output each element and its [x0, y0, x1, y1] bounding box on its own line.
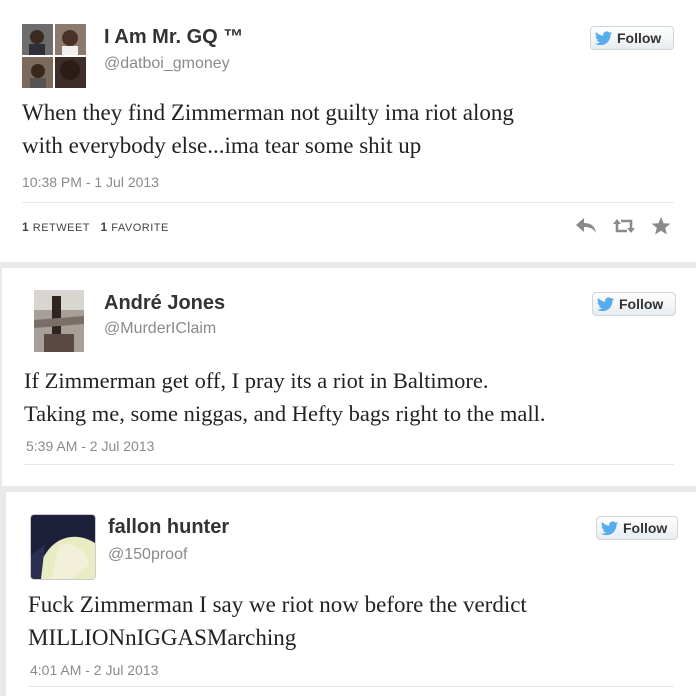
tweet-actions [574, 216, 672, 236]
favorite-count-label[interactable]: FAVORITE [111, 222, 169, 234]
tweet-card: André Jones @MurderIClaim Follow If Zimm… [2, 268, 696, 486]
avatar[interactable] [34, 290, 84, 352]
user-handle[interactable]: @MurderIClaim [104, 320, 216, 338]
avatar-image [31, 515, 95, 579]
divider [22, 202, 674, 203]
avatar-collage-image [22, 24, 86, 88]
retweet-count-label[interactable]: RETWEET [33, 222, 90, 234]
retweet-icon[interactable] [612, 216, 636, 236]
tweet-text-line: MILLIONnIGGASMarching [28, 625, 297, 650]
tweet-text-line: Fuck Zimmerman I say we riot now before … [28, 592, 527, 617]
favorite-icon[interactable] [650, 216, 672, 236]
tweet-timestamp[interactable]: 5:39 AM - 2 Jul 2013 [26, 438, 154, 454]
tweet-stats: 1 RETWEET 1 FAVORITE [22, 220, 169, 234]
tweet-timestamp[interactable]: 10:38 PM - 1 Jul 2013 [22, 174, 159, 190]
follow-label: Follow [617, 30, 662, 46]
avatar[interactable] [30, 514, 96, 580]
divider [28, 686, 674, 687]
follow-button[interactable]: Follow [590, 26, 674, 50]
tweet-card: fallon hunter @150proof Follow Fuck Zimm… [6, 492, 696, 696]
twitter-bird-icon [597, 297, 614, 311]
tweet-card: I Am Mr. GQ ™ @datboi_gmoney Follow When… [0, 0, 696, 262]
tweet-text: When they find Zimmerman not guilty ima … [22, 96, 514, 162]
tweet-text-line: If Zimmerman get off, I pray its a riot … [24, 368, 489, 393]
tweet-text: If Zimmerman get off, I pray its a riot … [24, 364, 545, 430]
tweet-timestamp[interactable]: 4:01 AM - 2 Jul 2013 [30, 662, 158, 678]
follow-label: Follow [623, 520, 668, 536]
divider [24, 464, 674, 465]
display-name[interactable]: André Jones [104, 292, 225, 315]
user-handle[interactable]: @datboi_gmoney [104, 55, 230, 73]
user-handle[interactable]: @150proof [108, 546, 187, 564]
tweet-text-line: When they find Zimmerman not guilty ima … [22, 100, 514, 125]
avatar-image [34, 290, 84, 352]
follow-button[interactable]: Follow [592, 292, 676, 316]
follow-button[interactable]: Follow [596, 516, 678, 540]
reply-icon[interactable] [574, 216, 598, 236]
tweet-text-line: with everybody else...ima tear some shit… [22, 133, 422, 158]
display-name[interactable]: fallon hunter [108, 516, 229, 539]
retweet-count[interactable]: 1 [22, 220, 29, 234]
twitter-bird-icon [601, 521, 618, 535]
twitter-bird-icon [595, 31, 612, 45]
tweet-text: Fuck Zimmerman I say we riot now before … [28, 588, 527, 654]
follow-label: Follow [619, 296, 664, 312]
favorite-count[interactable]: 1 [101, 220, 108, 234]
display-name[interactable]: I Am Mr. GQ ™ [104, 26, 243, 49]
tweet-text-line: Taking me, some niggas, and Hefty bags r… [24, 401, 546, 426]
avatar[interactable] [22, 24, 86, 88]
